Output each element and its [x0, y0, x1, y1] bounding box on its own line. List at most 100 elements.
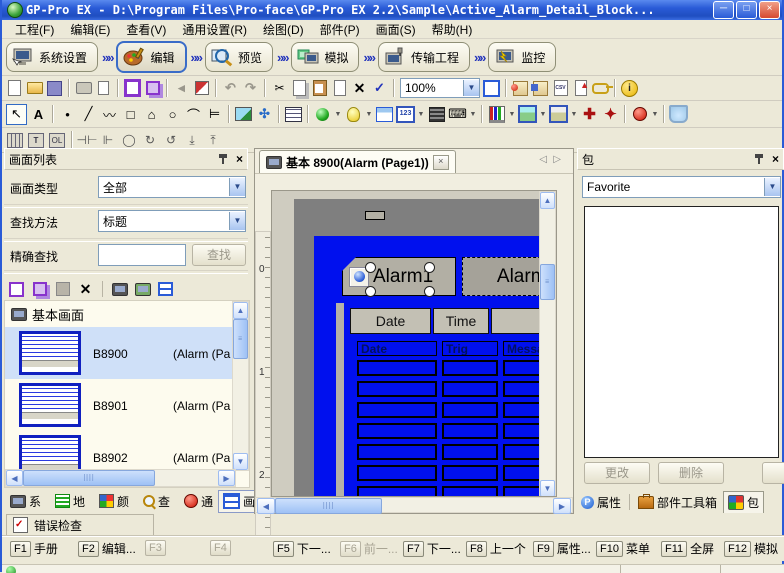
delete-button[interactable]: 删除	[658, 462, 724, 484]
scroll-left-button[interactable]: ◀	[257, 498, 275, 514]
pin-icon[interactable]	[218, 153, 228, 165]
data-display-icon[interactable]: ✚	[580, 105, 599, 124]
minimize-button[interactable]: ─	[713, 1, 734, 19]
arc-tool-icon[interactable]: ⌒	[184, 105, 203, 124]
tab-scroll-right-icon[interactable]: ▷	[553, 154, 561, 165]
menu-help[interactable]: 帮助(H)	[425, 20, 480, 39]
tab-parts-toolbox[interactable]: 部件工具箱	[634, 492, 721, 513]
package-combobox[interactable]: Favorite ▼	[582, 176, 781, 198]
alarm-part-icon[interactable]	[630, 105, 649, 124]
tab-color[interactable]: 颜	[95, 491, 133, 512]
screen-group-header[interactable]: 基本画面	[5, 301, 249, 328]
time-header-cell[interactable]: Time	[433, 308, 489, 334]
screen-list-item-b8901[interactable]: B8901 (Alarm (Pa	[5, 379, 233, 431]
picture-dropdown-arrow[interactable]: ▼	[539, 106, 547, 123]
canvas-vscrollbar[interactable]: ▲ ≡ ▼	[539, 191, 556, 497]
numeric-display-icon[interactable]: 123	[396, 105, 415, 124]
scroll-right-button[interactable]: ▶	[553, 498, 571, 514]
csv-export-icon[interactable]: CSV	[552, 80, 569, 97]
screen-list-hscrollbar[interactable]: ◀ |||| ▶	[5, 469, 236, 487]
scale-tool-icon[interactable]: ⊨	[205, 105, 224, 124]
fkey-f4[interactable]: F4	[210, 540, 234, 556]
text-tool-icon[interactable]: A	[29, 105, 48, 124]
fkey-f6[interactable]: F6前一...	[340, 540, 398, 557]
security-key-icon[interactable]	[592, 80, 609, 97]
menu-draw[interactable]: 绘图(D)	[256, 20, 311, 39]
change-screen-icon[interactable]	[193, 80, 210, 97]
function-dropdown-arrow[interactable]: ▼	[469, 106, 477, 123]
transfer-project-button[interactable]: 传输工程	[378, 42, 470, 72]
alarm-table[interactable]: Date Trig Message	[357, 341, 557, 497]
save-icon[interactable]	[46, 80, 63, 97]
scroll-up-button[interactable]: ▲	[233, 302, 248, 319]
rectangle-tool-icon[interactable]: □	[121, 105, 140, 124]
scroll-left-button[interactable]: ◀	[6, 470, 23, 486]
paste-screen-icon[interactable]	[54, 281, 71, 298]
info-icon[interactable]: i	[621, 80, 638, 97]
scroll-thumb[interactable]: ≡	[540, 264, 555, 300]
edit-button[interactable]: 编辑	[116, 41, 186, 73]
refresh-screen-icon[interactable]	[134, 281, 151, 298]
alarm-settings-icon[interactable]	[512, 80, 529, 97]
new-screen-icon[interactable]	[124, 80, 141, 97]
tab-common[interactable]: 通	[180, 491, 217, 512]
scroll-down-button[interactable]: ▼	[540, 480, 555, 497]
scroll-up-button[interactable]: ▲	[540, 192, 555, 209]
movie-display-icon[interactable]	[549, 105, 568, 124]
selection-handle[interactable]	[424, 286, 435, 297]
table-tool-icon[interactable]	[284, 105, 303, 124]
duplicate-icon[interactable]	[331, 80, 348, 97]
check-all-icon[interactable]: ✓	[371, 80, 388, 97]
print-preview-icon[interactable]	[95, 80, 112, 97]
transfer-document-icon[interactable]: ▲	[572, 80, 589, 97]
graph-dropdown-arrow[interactable]: ▼	[508, 106, 516, 123]
fkey-f12[interactable]: F12模拟	[724, 540, 778, 557]
new-screen-icon[interactable]	[8, 281, 25, 298]
polyline-tool-icon[interactable]: 〰	[100, 105, 119, 124]
function-part-icon[interactable]: ⌨	[448, 105, 467, 124]
sampling-part-icon[interactable]	[669, 105, 688, 124]
system-settings-button[interactable]: 系统设置	[6, 42, 98, 72]
fkey-f3[interactable]: F3	[145, 540, 169, 556]
alarm1-tab-part[interactable]: Alarm1	[342, 257, 456, 296]
monitor-button[interactable]: 监控	[488, 42, 556, 72]
search-method-combobox[interactable]: 标题 ▼	[98, 210, 246, 232]
fkey-f1[interactable]: F1手册	[10, 540, 58, 557]
window-part-icon[interactable]	[375, 105, 394, 124]
scroll-thumb[interactable]: ||||	[275, 498, 382, 514]
small-part-chip[interactable]	[365, 211, 385, 220]
select-tool-icon[interactable]: ↖	[6, 104, 27, 125]
fkey-f5[interactable]: F5下一...	[273, 540, 331, 557]
partial-button[interactable]	[762, 462, 784, 484]
search-method-dropdown-arrow[interactable]: ▼	[229, 212, 245, 230]
scroll-right-button[interactable]: ▶	[218, 470, 235, 486]
switch-part-icon[interactable]	[313, 105, 332, 124]
mark-tool-icon[interactable]: ✣	[255, 105, 274, 124]
preview-button[interactable]: 预览	[205, 42, 273, 72]
special-data-icon[interactable]: ✦	[601, 105, 620, 124]
package-list-box[interactable]	[584, 206, 779, 458]
menu-parts[interactable]: 部件(P)	[313, 20, 367, 39]
close-panel-icon[interactable]: ×	[772, 153, 779, 165]
picture-display-icon[interactable]	[518, 105, 537, 124]
zoom-combobox[interactable]: 100% ▼	[400, 78, 480, 98]
fkey-f8[interactable]: F8上一个	[466, 540, 526, 557]
fkey-f7[interactable]: F7下一...	[403, 540, 461, 557]
fit-screen-icon[interactable]	[483, 80, 500, 97]
menu-project[interactable]: 工程(F)	[8, 20, 61, 39]
fkey-f11[interactable]: F11全屏	[661, 540, 714, 557]
fkey-f2[interactable]: F2编辑...	[78, 540, 136, 557]
new-file-icon[interactable]	[6, 80, 23, 97]
tab-address[interactable]: 地	[51, 491, 89, 512]
numeric-dropdown-arrow[interactable]: ▼	[417, 106, 425, 123]
screen-list-vscrollbar[interactable]: ▲ ≡ ▼	[232, 301, 249, 471]
pin-icon[interactable]	[754, 153, 764, 165]
keypad-part-icon[interactable]	[427, 105, 446, 124]
tab-scroll-left-icon[interactable]: ◁	[539, 154, 547, 165]
open-file-icon[interactable]	[26, 80, 43, 97]
selection-handle[interactable]	[365, 286, 376, 297]
copy-icon[interactable]	[291, 80, 308, 97]
image-tool-icon[interactable]	[234, 105, 253, 124]
selection-handle[interactable]	[424, 262, 435, 273]
fkey-f10[interactable]: F10菜单	[596, 540, 650, 557]
